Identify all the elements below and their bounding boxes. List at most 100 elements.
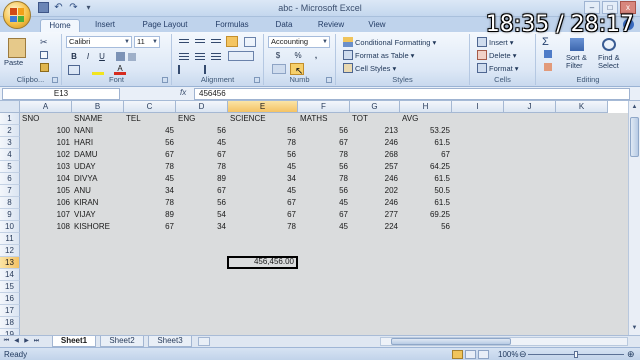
table-cell[interactable]: 56 [228,125,298,137]
middle-align-icon[interactable] [194,37,206,47]
column-header-d[interactable]: D [176,101,228,113]
table-cell[interactable]: NANI [72,125,124,137]
row-header-16[interactable]: 16 [0,293,20,305]
number-format-select[interactable]: Accounting ▼ [268,36,330,48]
format-painter-icon[interactable] [40,63,49,72]
row-header-2[interactable]: 2 [0,125,20,137]
horizontal-scrollbar[interactable] [380,337,628,346]
prev-sheet-icon[interactable]: ◀ [12,337,21,346]
table-cell[interactable]: 78 [228,221,298,233]
table-cell[interactable]: 213 [350,125,400,137]
table-cell[interactable]: 45 [228,161,298,173]
table-cell[interactable]: 56 [400,221,452,233]
table-cell[interactable]: 268 [350,149,400,161]
row-header-15[interactable]: 15 [0,281,20,293]
table-cell[interactable]: UDAY [72,161,124,173]
insert-sheet-icon[interactable] [198,337,210,346]
format-as-table-button[interactable]: Format as Table ▾ [342,49,415,61]
tab-page-layout[interactable]: Page Layout [132,19,198,32]
table-cell[interactable]: 34 [176,221,228,233]
row-header-3[interactable]: 3 [0,137,20,149]
align-right-icon[interactable] [210,51,222,61]
font-name-select[interactable]: Calibri ▼ [66,36,132,48]
sheet-tab-sheet3[interactable]: Sheet3 [148,336,192,347]
table-cell[interactable]: 106 [20,197,72,209]
table-cell[interactable]: 64.25 [400,161,452,173]
sort-filter-button[interactable]: Sort & Filter [566,54,587,70]
table-cell[interactable]: 34 [228,173,298,185]
header-cell[interactable]: TEL [124,113,176,125]
zoom-slider-knob[interactable] [574,351,578,358]
grow-font-icon[interactable] [116,52,125,61]
zoom-in-icon[interactable]: ⊕ [627,349,635,360]
number-launcher-icon[interactable] [326,77,332,83]
row-header-5[interactable]: 5 [0,161,20,173]
paste-icon[interactable] [8,38,26,58]
table-cell[interactable]: 103 [20,161,72,173]
scroll-down-icon[interactable]: ▼ [630,324,639,333]
shrink-font-icon[interactable] [128,53,136,61]
table-cell[interactable]: 69.25 [400,209,452,221]
table-cell[interactable]: 45 [124,125,176,137]
table-cell[interactable]: 78 [298,149,350,161]
table-cell[interactable]: 78 [176,161,228,173]
table-cell[interactable]: 56 [298,125,350,137]
table-cell[interactable]: 34 [124,185,176,197]
column-header-h[interactable]: H [400,101,452,113]
column-header-i[interactable]: I [452,101,504,113]
table-cell[interactable]: 61.5 [400,137,452,149]
conditional-formatting-button[interactable]: Conditional Formatting ▾ [342,36,437,48]
row-header-18[interactable]: 18 [0,317,20,329]
table-cell[interactable]: 56 [228,149,298,161]
tab-view[interactable]: View [360,19,394,32]
insert-cells-button[interactable]: Insert ▾ [476,36,515,48]
increase-indent-icon[interactable] [194,65,206,74]
header-cell[interactable]: AVG [400,113,452,125]
comma-style-button[interactable]: , [310,50,322,61]
header-cell[interactable]: SNAME [72,113,124,125]
table-cell[interactable]: DIVYA [72,173,124,185]
table-cell[interactable]: 45 [298,221,350,233]
fill-color-icon[interactable] [92,65,104,75]
cut-icon[interactable]: ✂ [40,38,49,47]
table-cell[interactable]: 56 [176,125,228,137]
last-sheet-icon[interactable]: ⏭ [32,337,41,346]
table-cell[interactable]: 224 [350,221,400,233]
table-cell[interactable]: 105 [20,185,72,197]
header-cell[interactable]: SNO [20,113,72,125]
table-cell[interactable]: 67 [228,197,298,209]
table-cell[interactable]: 53.25 [400,125,452,137]
row-header-8[interactable]: 8 [0,197,20,209]
delete-cells-button[interactable]: Delete ▾ [476,49,517,61]
tab-formulas[interactable]: Formulas [204,19,260,32]
table-cell[interactable]: 45 [298,197,350,209]
row-header-7[interactable]: 7 [0,185,20,197]
tab-data[interactable]: Data [266,19,302,32]
table-cell[interactable]: 67 [176,149,228,161]
table-cell[interactable]: 101 [20,137,72,149]
header-cell[interactable]: MATHS [298,113,350,125]
row-header-4[interactable]: 4 [0,149,20,161]
name-box[interactable]: E13 [2,88,120,100]
bold-button[interactable]: B [68,51,80,62]
table-cell[interactable]: 45 [176,137,228,149]
align-left-icon[interactable] [178,51,190,61]
tab-review[interactable]: Review [308,19,354,32]
sheet-tab-sheet2[interactable]: Sheet2 [100,336,144,347]
row-header-12[interactable]: 12 [0,245,20,257]
table-cell[interactable]: HARI [72,137,124,149]
select-all-corner[interactable] [0,101,20,113]
clipboard-launcher-icon[interactable] [52,77,58,83]
zoom-slider[interactable] [528,351,624,358]
top-align-icon[interactable] [178,37,190,47]
row-header-13[interactable]: 13 [0,257,20,269]
table-cell[interactable]: DAMU [72,149,124,161]
table-cell[interactable]: 67 [298,137,350,149]
table-cell[interactable]: 246 [350,197,400,209]
table-cell[interactable]: 108 [20,221,72,233]
table-cell[interactable]: 89 [124,209,176,221]
page-break-view-icon[interactable] [478,350,489,359]
column-header-f[interactable]: F [298,101,350,113]
column-header-b[interactable]: B [72,101,124,113]
row-header-17[interactable]: 17 [0,305,20,317]
